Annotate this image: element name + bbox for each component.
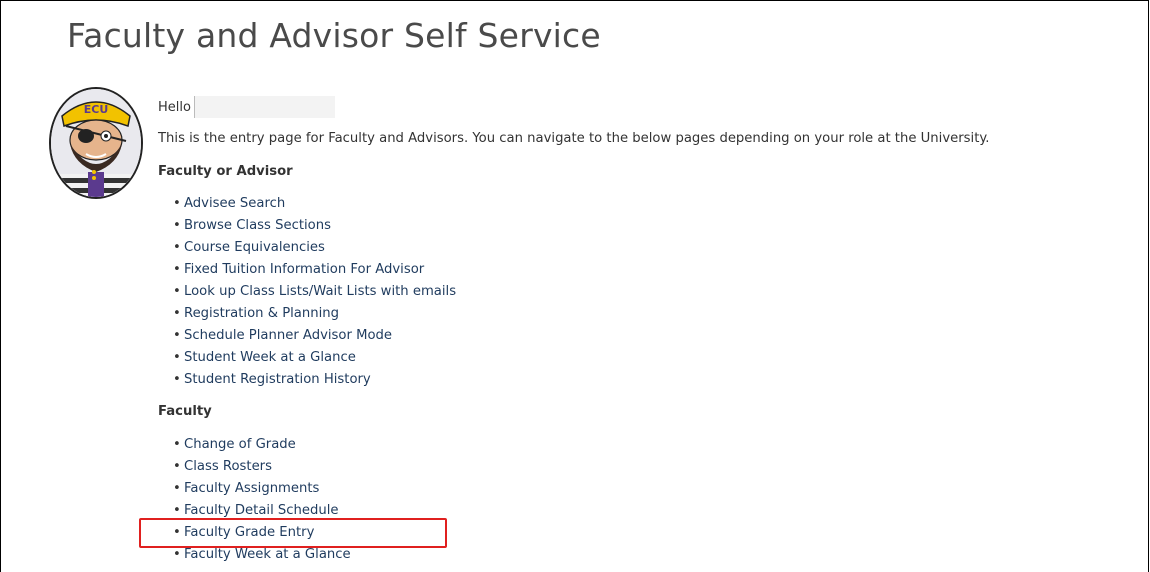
link-student-week-at-a-glance[interactable]: Student Week at a Glance: [184, 350, 356, 365]
list-item: • Look up Class Lists/Wait Lists with ema…: [173, 284, 457, 299]
avatar-logo-text: ECU: [84, 103, 109, 116]
link-fixed-tuition-information[interactable]: Fixed Tuition Information For Advisor: [184, 262, 424, 277]
list-item: • Course Equivalencies: [173, 240, 325, 255]
greeting-row: Hello: [158, 96, 335, 118]
list-item: • Browse Class Sections: [173, 218, 331, 233]
link-registration-planning[interactable]: Registration & Planning: [184, 306, 339, 321]
list-item: • Student Registration History: [173, 372, 371, 387]
list-item: • Student Week at a Glance: [173, 350, 356, 365]
link-class-rosters[interactable]: Class Rosters: [184, 459, 272, 474]
list-item: • Fixed Tuition Information For Advisor: [173, 262, 425, 277]
section-heading-faculty-or-advisor: Faculty or Advisor: [158, 164, 293, 179]
list-item: • Class Rosters: [173, 459, 272, 474]
faculty-or-advisor-link-list: • Advisee Search • Browse Class Sections •…: [173, 193, 456, 391]
greeting-text: Hello: [158, 99, 191, 115]
link-advisee-search[interactable]: Advisee Search: [184, 196, 285, 211]
list-item: • Change of Grade: [173, 437, 296, 452]
highlight-box-faculty-grade-entry: [139, 518, 447, 548]
list-item: • Advisee Search: [173, 196, 286, 211]
link-class-lists-wait-lists[interactable]: Look up Class Lists/Wait Lists with emai…: [184, 284, 456, 299]
link-student-registration-history[interactable]: Student Registration History: [184, 372, 371, 387]
list-item: • Schedule Planner Advisor Mode: [173, 328, 393, 343]
list-item: • Registration & Planning: [173, 306, 339, 321]
link-schedule-planner-advisor-mode[interactable]: Schedule Planner Advisor Mode: [184, 328, 392, 343]
pirate-mascot-avatar: ECU: [49, 87, 143, 199]
link-faculty-week-at-a-glance[interactable]: Faculty Week at a Glance: [184, 547, 351, 562]
link-faculty-detail-schedule[interactable]: Faculty Detail Schedule: [184, 503, 339, 518]
list-item: • Faculty Assignments: [173, 481, 320, 496]
link-faculty-assignments[interactable]: Faculty Assignments: [184, 481, 319, 496]
intro-text: This is the entry page for Faculty and A…: [158, 131, 990, 146]
redacted-username: [193, 96, 335, 118]
link-change-of-grade[interactable]: Change of Grade: [184, 437, 296, 452]
section-heading-faculty: Faculty: [158, 404, 212, 419]
link-course-equivalencies[interactable]: Course Equivalencies: [184, 240, 325, 255]
page-title: Faculty and Advisor Self Service: [67, 16, 601, 55]
link-browse-class-sections[interactable]: Browse Class Sections: [184, 218, 331, 233]
